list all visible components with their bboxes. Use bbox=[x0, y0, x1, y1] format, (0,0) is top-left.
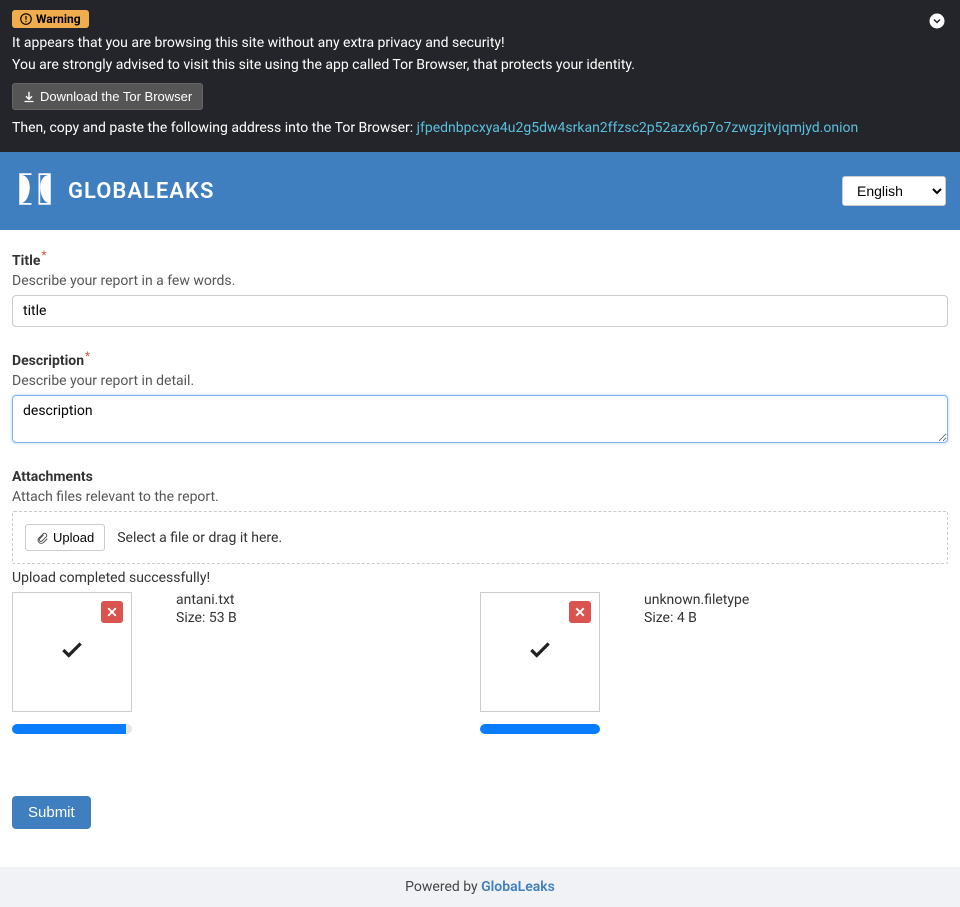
file-preview bbox=[480, 592, 600, 712]
footer: Powered by GlobaLeaks bbox=[0, 867, 960, 907]
check-icon bbox=[527, 637, 553, 667]
description-group: Description* Describe your report in det… bbox=[12, 349, 948, 448]
remove-file-button[interactable] bbox=[101, 601, 123, 623]
progress-bar bbox=[480, 724, 600, 734]
description-input[interactable] bbox=[12, 395, 948, 443]
file-size: Size: 4 B bbox=[644, 610, 749, 626]
footer-prefix: Powered by bbox=[405, 879, 481, 895]
progress-fill bbox=[12, 724, 126, 734]
file-item: antani.txt Size: 53 B bbox=[12, 592, 480, 734]
app-header: GLOBALEAKS English bbox=[0, 152, 960, 230]
title-hint: Describe your report in a few words. bbox=[12, 273, 948, 289]
progress-fill bbox=[480, 724, 600, 734]
footer-link[interactable]: GlobaLeaks bbox=[481, 879, 555, 895]
warning-icon bbox=[20, 13, 32, 25]
chevron-down-circle-icon bbox=[928, 12, 946, 30]
upload-button-label: Upload bbox=[53, 530, 94, 545]
submit-button[interactable]: Submit bbox=[12, 796, 91, 829]
attachments-group: Attachments Attach files relevant to the… bbox=[12, 469, 948, 734]
file-name: antani.txt bbox=[176, 592, 237, 608]
file-name: unknown.filetype bbox=[644, 592, 749, 608]
check-icon bbox=[59, 637, 85, 667]
download-icon bbox=[23, 91, 35, 103]
close-icon bbox=[574, 606, 586, 618]
file-info: unknown.filetype Size: 4 B bbox=[644, 592, 749, 712]
privacy-warning-bar: Warning It appears that you are browsing… bbox=[0, 0, 960, 152]
upload-button[interactable]: Upload bbox=[25, 524, 105, 551]
progress-bar bbox=[12, 724, 132, 734]
file-info: antani.txt Size: 53 B bbox=[176, 592, 237, 712]
file-preview bbox=[12, 592, 132, 712]
attachments-label: Attachments bbox=[12, 469, 93, 485]
brand-logo-icon bbox=[14, 168, 56, 214]
warning-label: Warning bbox=[36, 12, 81, 26]
download-tor-button[interactable]: Download the Tor Browser bbox=[12, 83, 203, 110]
upload-dropzone[interactable]: Upload Select a file or drag it here. bbox=[12, 511, 948, 564]
title-input[interactable] bbox=[12, 295, 948, 327]
upload-hint: Select a file or drag it here. bbox=[117, 530, 282, 546]
download-tor-label: Download the Tor Browser bbox=[40, 89, 192, 104]
paperclip-icon bbox=[36, 532, 48, 544]
required-mark: * bbox=[85, 349, 90, 363]
attachments-hint: Attach files relevant to the report. bbox=[12, 489, 948, 505]
warning-line-2: You are strongly advised to visit this s… bbox=[12, 57, 948, 73]
onion-prefix: Then, copy and paste the following addre… bbox=[12, 120, 417, 136]
files-list: antani.txt Size: 53 B bbox=[12, 592, 948, 734]
close-icon bbox=[106, 606, 118, 618]
warning-line-1: It appears that you are browsing this si… bbox=[12, 35, 948, 51]
brand-name: GLOBALEAKS bbox=[68, 179, 214, 204]
description-hint: Describe your report in detail. bbox=[12, 373, 948, 389]
upload-success-message: Upload completed successfully! bbox=[12, 570, 948, 586]
title-group: Title* Describe your report in a few wor… bbox=[12, 248, 948, 327]
description-label: Description bbox=[12, 353, 84, 369]
onion-link[interactable]: jfpednbpcxya4u2g5dw4srkan2ffzsc2p52azx6p… bbox=[417, 120, 859, 136]
onion-instruction: Then, copy and paste the following addre… bbox=[12, 120, 948, 136]
collapse-button[interactable] bbox=[928, 12, 946, 34]
file-item: unknown.filetype Size: 4 B bbox=[480, 592, 948, 734]
remove-file-button[interactable] bbox=[569, 601, 591, 623]
brand: GLOBALEAKS bbox=[14, 168, 214, 214]
title-label: Title bbox=[12, 253, 40, 269]
language-select[interactable]: English bbox=[842, 176, 946, 206]
required-mark: * bbox=[41, 248, 46, 262]
warning-badge: Warning bbox=[12, 10, 89, 28]
file-size: Size: 53 B bbox=[176, 610, 237, 626]
main-form: Title* Describe your report in a few wor… bbox=[0, 230, 960, 853]
